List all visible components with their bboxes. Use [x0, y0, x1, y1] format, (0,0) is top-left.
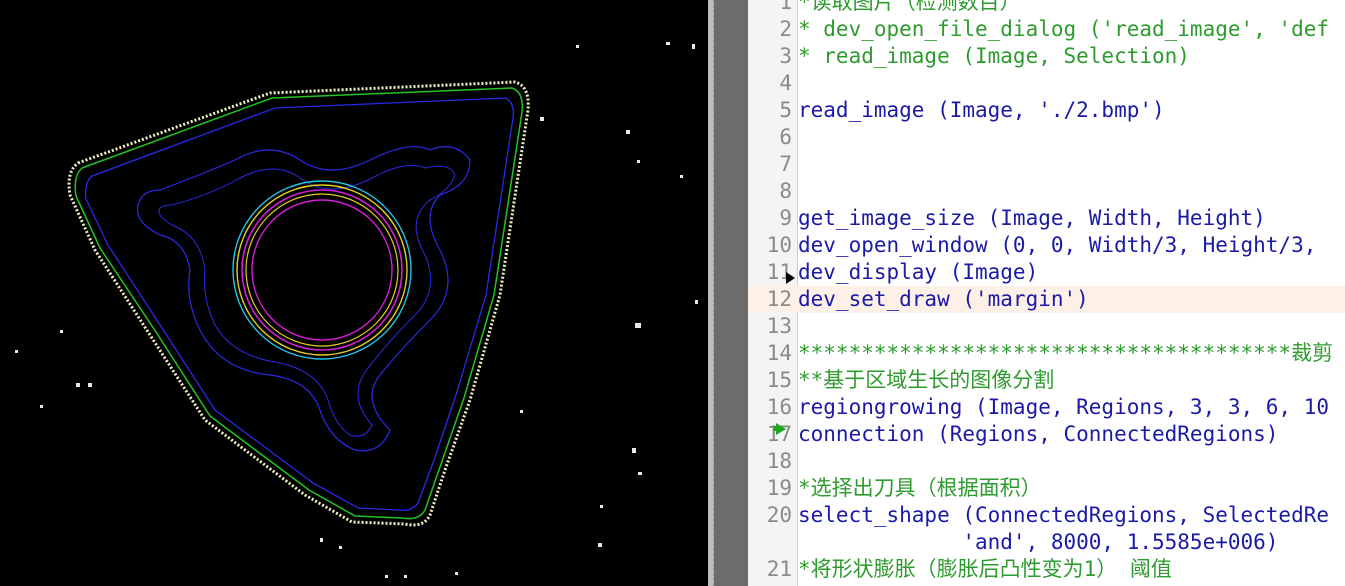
code-text: select_shape (ConnectedRegions, Selected…	[798, 503, 1330, 527]
line-number: 21	[766, 557, 792, 581]
code-line[interactable]: 15 **基于区域生长的图像分割	[748, 367, 1345, 394]
code-line[interactable]: 14 **************************************…	[748, 340, 1345, 367]
line-number: 10	[766, 233, 792, 257]
code-text: regiongrowing (Image, Regions, 3, 3, 6, …	[798, 395, 1330, 419]
code-line[interactable]: 21 *将形状膨胀（膨胀后凸性变为1） 阈值	[748, 556, 1345, 583]
code-line[interactable]: 9 get_image_size (Image, Width, Height)	[748, 205, 1345, 232]
line-number: 8	[779, 179, 792, 203]
ring-yellow-inner	[245, 193, 399, 347]
line-number: 4	[779, 71, 792, 95]
ring-yellow	[236, 184, 408, 356]
code-line[interactable]: 13	[748, 313, 1345, 340]
line-number: 9	[779, 206, 792, 230]
inner-contour-inner	[158, 165, 456, 437]
code-line[interactable]: 18	[748, 448, 1345, 475]
line-number: 5	[779, 98, 792, 122]
code-text: dev_set_draw ('margin')	[798, 287, 1089, 311]
code-text: *选择出刀具（根据面积）	[798, 476, 1042, 500]
code-line[interactable]: 4	[748, 70, 1345, 97]
line-number: 2	[779, 17, 792, 41]
code-line[interactable]: 6	[748, 124, 1345, 151]
code-line[interactable]: 1 *读取图片（检测数目）	[748, 0, 1345, 16]
code-text: dev_open_window (0, 0, Width/3, Height/3…	[798, 233, 1317, 257]
line-number: 15	[766, 368, 792, 392]
panel-gap	[714, 0, 748, 586]
code-line[interactable]: 16 regiongrowing (Image, Regions, 3, 3, 6…	[748, 394, 1345, 421]
line-number: 16	[766, 395, 792, 419]
code-line[interactable]: 19 *选择出刀具（根据面积）	[748, 475, 1345, 502]
line-number: 12	[766, 287, 792, 311]
line-number: 18	[766, 449, 792, 473]
outer-contour	[74, 87, 524, 520]
code-text: dev_display (Image)	[798, 260, 1039, 284]
code-line[interactable]: 'and', 8000, 1.5585e+006)	[748, 529, 1345, 556]
code-text: connection (Regions, ConnectedRegions)	[798, 422, 1279, 446]
ring-magenta	[241, 189, 403, 351]
code-text: ***************************************裁…	[798, 341, 1334, 365]
code-text: read_image (Image, './2.bmp')	[798, 98, 1165, 122]
insert-cursor-arrow-icon	[786, 272, 795, 284]
program-counter-arrow-icon	[776, 423, 786, 435]
code-line[interactable]: 20 select_shape (ConnectedRegions, Select…	[748, 502, 1345, 529]
line-number: 1	[779, 0, 792, 14]
code-text: get_image_size (Image, Width, Height)	[798, 206, 1266, 230]
program-editor[interactable]: 1 *读取图片（检测数目） 2 * dev_open_file_dialog ('re…	[748, 0, 1345, 586]
code-text: **基于区域生长的图像分割	[798, 368, 1055, 392]
code-text: * read_image (Image, Selection)	[798, 44, 1190, 68]
noise-specks	[15, 42, 698, 578]
code-line[interactable]: 17 connection (Regions, ConnectedRegions)	[748, 421, 1345, 448]
code-line[interactable]: 10 dev_open_window (0, 0, Width/3, Height…	[748, 232, 1345, 259]
code-line[interactable]: 8	[748, 178, 1345, 205]
line-number: 3	[779, 44, 792, 68]
code-line[interactable]: 5 read_image (Image, './2.bmp')	[748, 97, 1345, 124]
code-line[interactable]: 7	[748, 151, 1345, 178]
segmentation-overlay	[15, 42, 698, 578]
code-line[interactable]: 3 * read_image (Image, Selection)	[748, 43, 1345, 70]
ring-cyan	[232, 180, 412, 360]
line-number: 19	[766, 476, 792, 500]
code-line[interactable]: 12 dev_set_draw ('margin')	[748, 286, 1345, 313]
line-number: 20	[766, 503, 792, 527]
image-display-window[interactable]	[0, 0, 708, 586]
outer-edge-dots	[67, 80, 530, 527]
line-number: 6	[779, 125, 792, 149]
code-text: * dev_open_file_dialog ('read_image', 'd…	[798, 17, 1330, 41]
code-line[interactable]: 11 dev_display (Image)	[748, 259, 1345, 286]
code-line[interactable]: 2 * dev_open_file_dialog ('read_image', '…	[748, 16, 1345, 43]
line-number: 13	[766, 314, 792, 338]
ring-magenta-inner	[251, 199, 393, 341]
code-text: *读取图片（检测数目）	[798, 0, 1021, 14]
line-number: 14	[766, 341, 792, 365]
line-number: 7	[779, 152, 792, 176]
code-text: 'and', 8000, 1.5585e+006)	[798, 530, 1279, 554]
code-text: *将形状膨胀（膨胀后凸性变为1） 阈值	[798, 557, 1172, 581]
